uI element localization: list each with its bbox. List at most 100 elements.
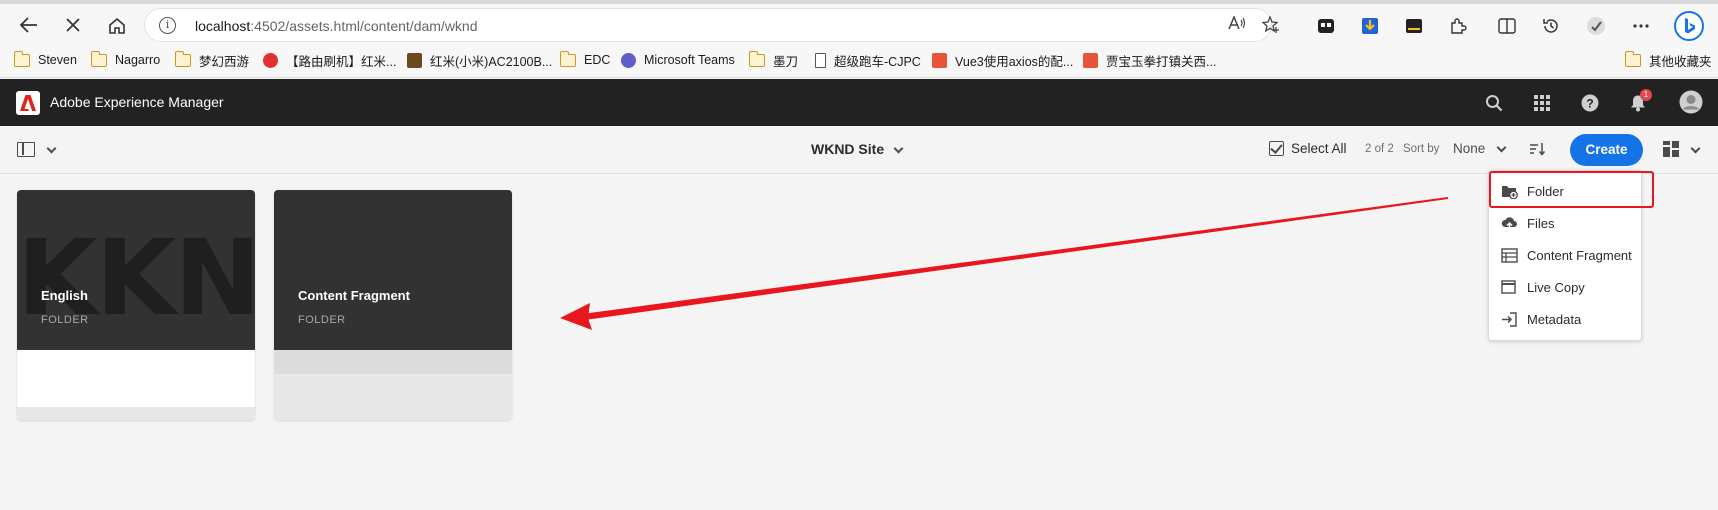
folder-icon bbox=[90, 50, 107, 67]
bookmark-label: Microsoft Teams bbox=[644, 53, 735, 67]
sort-by-select[interactable]: None bbox=[1453, 141, 1485, 156]
bookmark-label: 【路由刷机】红米... bbox=[286, 54, 397, 69]
split-screen-icon[interactable] bbox=[1496, 15, 1518, 37]
menu-item-metadata[interactable]: Metadata bbox=[1489, 303, 1643, 335]
search-icon[interactable] bbox=[1482, 91, 1506, 115]
download-extension-icon[interactable] bbox=[1359, 15, 1381, 37]
bookmark-item[interactable]: 超级跑车-CJPC bbox=[815, 49, 921, 71]
profile-extension-icon[interactable] bbox=[1585, 15, 1607, 37]
bookmark-label: Vue3使用axios的配... bbox=[955, 54, 1074, 69]
live-copy-icon bbox=[1501, 280, 1516, 294]
bookmark-item[interactable]: Steven bbox=[13, 49, 77, 71]
home-button[interactable] bbox=[102, 10, 132, 40]
bookmark-label: 红米(小米)AC2100B... bbox=[430, 54, 553, 69]
breadcrumb-title[interactable]: WKND Site bbox=[811, 141, 884, 157]
card-type: FOLDER bbox=[298, 314, 346, 326]
svg-text:?: ? bbox=[1586, 97, 1593, 111]
notification-badge: 1 bbox=[1640, 89, 1652, 101]
site-icon bbox=[1083, 52, 1098, 68]
metadata-import-icon bbox=[1502, 312, 1517, 327]
folder-card-content-fragment[interactable]: Content Fragment FOLDER bbox=[274, 190, 512, 420]
highlight-box bbox=[1489, 171, 1654, 208]
menu-item-live-copy[interactable]: Live Copy bbox=[1489, 271, 1643, 303]
bookmark-label: 墨刀 bbox=[773, 54, 799, 69]
action-bar: WKND Site Select All 2 of 2 Sort by None… bbox=[0, 126, 1718, 174]
card-title: Content Fragment bbox=[298, 288, 410, 303]
site-icon bbox=[407, 52, 422, 68]
bookmark-label: Nagarro bbox=[115, 53, 161, 67]
content-fragment-icon bbox=[1501, 248, 1518, 263]
folder-icon bbox=[174, 50, 191, 67]
menu-item-label: Live Copy bbox=[1527, 280, 1585, 295]
bing-copilot-icon[interactable] bbox=[1673, 10, 1705, 42]
card-footer-strip bbox=[274, 374, 512, 420]
bookmark-label: 贾宝玉拳打镇关西... bbox=[1106, 54, 1217, 69]
card-footer-strip bbox=[17, 407, 255, 420]
terminal-extension-icon[interactable] bbox=[1403, 15, 1425, 37]
site-info-icon[interactable]: i bbox=[159, 17, 176, 34]
solutions-grid-icon[interactable] bbox=[1530, 91, 1554, 115]
menu-item-label: Files bbox=[1527, 216, 1555, 231]
app-title[interactable]: Adobe Experience Manager bbox=[50, 94, 224, 110]
favorite-star-icon[interactable] bbox=[1261, 15, 1281, 36]
stop-loading-button[interactable] bbox=[58, 10, 88, 40]
url-text[interactable]: localhost:4502/assets.html/content/dam/w… bbox=[195, 18, 478, 34]
chevron-down-icon[interactable] bbox=[1496, 142, 1507, 153]
back-button[interactable] bbox=[14, 10, 44, 40]
view-switcher-icon[interactable] bbox=[1663, 141, 1679, 157]
read-aloud-icon[interactable] bbox=[1227, 15, 1247, 36]
bookmark-item[interactable]: Vue3使用axios的配... bbox=[932, 49, 1073, 71]
arrow-left-icon bbox=[20, 17, 37, 33]
folder-icon bbox=[748, 50, 765, 67]
bookmark-label: EDC bbox=[584, 53, 611, 67]
card-footer bbox=[17, 350, 255, 407]
select-all-checkbox-icon[interactable] bbox=[1269, 141, 1284, 156]
chevron-down-icon[interactable] bbox=[46, 143, 57, 154]
bookmark-item[interactable]: 贾宝玉拳打镇关西... bbox=[1083, 49, 1216, 71]
history-icon[interactable] bbox=[1540, 15, 1562, 37]
card-title: English bbox=[41, 288, 88, 303]
browser-toolbar: i localhost:4502/assets.html/content/dam… bbox=[0, 0, 1718, 42]
more-menu-icon[interactable] bbox=[1630, 15, 1652, 37]
sort-by-label: Sort by bbox=[1403, 143, 1440, 155]
adobe-logo-icon[interactable] bbox=[16, 91, 40, 115]
user-avatar[interactable] bbox=[1677, 88, 1705, 116]
extensions-puzzle-icon[interactable] bbox=[1447, 15, 1469, 37]
bookmark-item[interactable]: EDC bbox=[559, 49, 611, 71]
address-bar[interactable]: i localhost:4502/assets.html/content/dam… bbox=[144, 8, 1279, 42]
extension-tab-icon[interactable] bbox=[1315, 15, 1337, 37]
url-path: :4502/assets.html/content/dam/wknd bbox=[250, 18, 478, 34]
bookmark-label: 梦幻西游 bbox=[199, 54, 250, 69]
teams-icon bbox=[621, 52, 636, 68]
sort-order-icon[interactable] bbox=[1529, 142, 1546, 156]
create-button[interactable]: Create bbox=[1570, 134, 1643, 166]
url-host: localhost bbox=[195, 18, 251, 34]
bookmark-item[interactable]: 墨刀 bbox=[748, 49, 799, 71]
bookmark-label: Steven bbox=[38, 53, 77, 67]
select-all-button[interactable]: Select All bbox=[1291, 141, 1347, 156]
chevron-down-icon[interactable] bbox=[1690, 143, 1701, 154]
folder-card-english[interactable]: KKN English FOLDER bbox=[17, 190, 255, 420]
upload-cloud-icon bbox=[1501, 217, 1517, 230]
chevron-down-icon[interactable] bbox=[893, 143, 904, 154]
help-icon[interactable]: ? bbox=[1578, 91, 1602, 115]
close-icon bbox=[66, 18, 80, 32]
tab-strip bbox=[0, 0, 1718, 4]
bookmark-item[interactable]: 梦幻西游 bbox=[174, 49, 250, 71]
card-thumbnail: Content Fragment FOLDER bbox=[274, 190, 512, 350]
menu-item-content-fragment[interactable]: Content Fragment bbox=[1489, 239, 1643, 271]
folder-icon bbox=[1624, 50, 1641, 67]
bookmark-item[interactable]: Microsoft Teams bbox=[621, 49, 735, 71]
bookmark-item[interactable]: Nagarro bbox=[90, 49, 161, 71]
menu-item-files[interactable]: Files bbox=[1489, 207, 1643, 239]
other-favorites-folder[interactable]: 其他收藏夹 bbox=[1624, 49, 1712, 71]
bookmark-item[interactable]: 【路由刷机】红米... bbox=[263, 49, 396, 71]
folder-icon bbox=[13, 50, 30, 67]
bookmark-item[interactable]: 红米(小米)AC2100B... bbox=[407, 49, 552, 71]
item-count: 2 of 2 bbox=[1365, 143, 1394, 155]
aem-shell-header: Adobe Experience Manager ? bbox=[0, 79, 1718, 126]
home-icon bbox=[109, 17, 125, 34]
card-thumbnail: KKN English FOLDER bbox=[17, 190, 255, 350]
rail-toggle-icon[interactable] bbox=[17, 142, 35, 157]
bookmark-label: 其他收藏夹 bbox=[1649, 54, 1712, 69]
